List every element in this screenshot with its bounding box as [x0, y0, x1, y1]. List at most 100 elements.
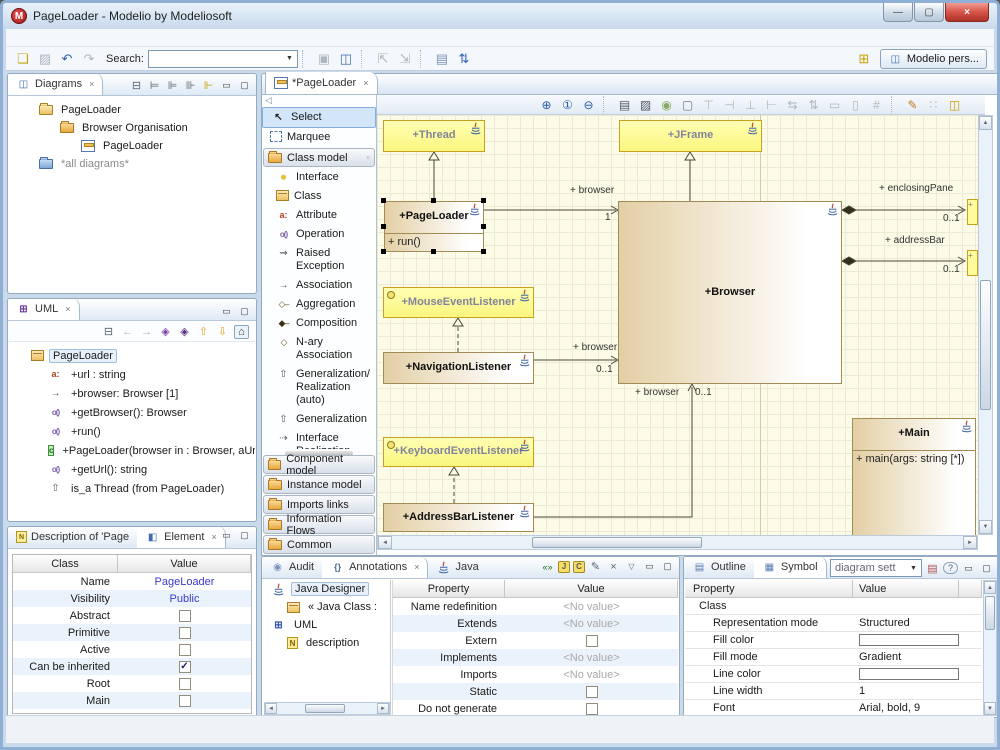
back-icon[interactable]: ← — [120, 326, 135, 338]
clipped-class-stub[interactable]: + — [967, 250, 978, 276]
table-row[interactable]: Extern ✓ — [393, 632, 678, 649]
tree-item[interactable]: →+browser: Browser [1] — [9, 384, 255, 403]
jump-in-icon[interactable]: ◈ — [158, 325, 173, 338]
tree-horizontal-scrollbar[interactable]: ◄ ► — [264, 702, 390, 715]
selection-handle[interactable] — [481, 198, 486, 203]
symbol-vertical-scrollbar[interactable]: ▲ ▼ — [983, 580, 997, 716]
panel-tab[interactable]: ◉ Audit — [262, 556, 322, 578]
tree-item[interactable]: *all diagrams* — [9, 155, 255, 173]
palette-item[interactable]: ◇–Aggregation — [262, 295, 376, 314]
maximize-button[interactable]: ▢ — [914, 3, 944, 22]
zoom-out-icon[interactable]: ⊖ — [579, 96, 598, 113]
panel-maximize-icon[interactable]: ▢ — [979, 563, 994, 574]
panel-tab[interactable]: Java — [428, 556, 486, 578]
panel-maximize-icon[interactable]: ▢ — [660, 561, 675, 572]
page-setup-icon[interactable]: ◫ — [945, 96, 964, 113]
perspective-button[interactable]: ◫ Modelio pers... — [880, 49, 987, 69]
selection-handle[interactable] — [381, 198, 386, 203]
tree-item[interactable]: PageLoader — [9, 137, 255, 155]
grid-icon[interactable]: ∷ — [924, 96, 943, 113]
tree-item[interactable]: o()+getUrl(): string — [9, 460, 255, 479]
panel-minimize-icon[interactable]: ▭ — [219, 306, 234, 317]
palette-tool[interactable]: Marquee — [262, 128, 376, 147]
link-label[interactable]: + browser — [570, 185, 614, 196]
tree-item[interactable]: ⇧is_a Thread (from PageLoader) — [9, 479, 255, 498]
copy-icon[interactable]: ▣ — [314, 49, 334, 68]
up-icon[interactable]: ⇧ — [196, 325, 211, 338]
checkbox[interactable]: ✓ — [586, 686, 598, 698]
table-row[interactable]: Static ✓ — [393, 683, 678, 700]
sort-icon[interactable]: ⇅ — [454, 49, 474, 68]
snap-grid-icon[interactable]: # — [867, 96, 886, 113]
tree-item[interactable]: a:+url : string — [9, 365, 255, 384]
palette-group[interactable]: Component model — [263, 455, 375, 474]
palette-item[interactable]: ●Interface — [262, 168, 376, 187]
tab-editor-pageloader[interactable]: *PageLoader× — [265, 72, 378, 94]
link-label[interactable]: + enclosingPane — [879, 183, 953, 194]
palette-item[interactable]: o()Operation — [262, 225, 376, 244]
format-brush-icon[interactable]: ✎ — [903, 96, 922, 113]
table-row[interactable]: Line width 1 — [685, 683, 982, 700]
table-row[interactable]: Main ✓ — [13, 692, 251, 709]
panel-maximize-icon[interactable]: ▢ — [237, 306, 252, 317]
tree-layout3-icon[interactable]: ⊪ — [183, 79, 198, 92]
link-label[interactable]: 0..1 — [695, 387, 712, 398]
diagram-icon[interactable]: ◫ — [336, 49, 356, 68]
link-label[interactable]: 0..1 — [596, 364, 613, 375]
align-left-icon[interactable]: ⊣ — [720, 96, 739, 113]
color-swatch[interactable] — [859, 668, 959, 680]
palette-group[interactable]: Instance model — [263, 475, 375, 494]
palette-group[interactable]: Imports links — [263, 495, 375, 514]
table-row[interactable]: Line color — [685, 666, 982, 683]
menu-item[interactable] — [14, 37, 28, 39]
edit-icon[interactable]: ✎ — [588, 560, 603, 573]
checkbox[interactable]: ✓ — [179, 644, 191, 656]
align-right-icon[interactable]: ⊢ — [762, 96, 781, 113]
palette-item[interactable]: ⇧Generalization — [262, 410, 376, 429]
menu-item[interactable] — [70, 37, 84, 39]
table-row[interactable]: Representation mode Structured — [685, 615, 982, 632]
palette-item[interactable]: a:Attribute — [262, 206, 376, 225]
add-tag-j-icon[interactable]: J — [558, 561, 570, 573]
panel-minimize-icon[interactable]: ▭ — [219, 530, 234, 541]
panel-minimize-icon[interactable]: ▭ — [219, 80, 234, 91]
selection-handle[interactable] — [381, 249, 386, 254]
selection-handle[interactable] — [481, 249, 486, 254]
uml-class-navigationlistener[interactable]: +NavigationListener — [383, 352, 534, 384]
tree-item[interactable]: Ndescription — [263, 634, 390, 652]
diagram-canvas[interactable]: +Thread+JFrame+PageLoader+ run()+Browser… — [377, 115, 978, 535]
new-icon[interactable]: ❏ — [13, 49, 33, 68]
table-row[interactable]: Fill mode Gradient — [685, 649, 982, 666]
close-icon[interactable]: × — [89, 79, 94, 89]
add-tag-c-icon[interactable]: C — [573, 561, 585, 573]
checkbox[interactable]: ✓ — [586, 703, 598, 715]
tree-item[interactable]: o()+getBrowser(): Browser — [9, 403, 255, 422]
uml-class-thread[interactable]: +Thread — [383, 120, 485, 152]
table-row[interactable]: Active ✓ — [13, 641, 251, 658]
close-icon[interactable]: × — [65, 304, 70, 314]
table-row[interactable]: Primitive ✓ — [13, 624, 251, 641]
snapshot-icon[interactable]: ◉ — [657, 96, 676, 113]
uml-class-mouseeventlistener[interactable]: +MouseEventListener — [383, 287, 534, 318]
tab-diagrams[interactable]: ◫ Diagrams× — [8, 73, 103, 95]
jump-out-icon[interactable]: ◈ — [177, 325, 192, 338]
close-button[interactable]: × — [945, 3, 989, 22]
selection-handle[interactable] — [481, 224, 486, 229]
tree-item[interactable]: Browser Organisation — [9, 119, 255, 137]
align-top-icon[interactable]: ⊤ — [699, 96, 718, 113]
panel-tab[interactable]: ▦ Symbol — [754, 556, 827, 578]
help-icon[interactable]: ? — [943, 562, 958, 574]
link-label[interactable]: 0..1 — [943, 213, 960, 224]
tab-uml[interactable]: ⊞ UML× — [8, 298, 80, 320]
forward-icon[interactable]: → — [139, 326, 154, 338]
link-label[interactable]: 0..1 — [943, 264, 960, 275]
home-icon[interactable]: ⌂ — [234, 325, 249, 339]
uml-class-pageloader[interactable]: +PageLoader+ run() — [384, 201, 484, 252]
menu-item[interactable] — [28, 37, 42, 39]
palette-item[interactable]: ⇧Generalization/ Realization (auto) — [262, 365, 376, 410]
table-row[interactable]: Font Arial, bold, 9 — [685, 700, 982, 716]
table-row[interactable]: Fill color — [685, 632, 982, 649]
combo-arrow-icon[interactable]: ▼ — [282, 51, 297, 67]
checkbox[interactable]: ✓ — [179, 695, 191, 707]
table-row[interactable]: Class — [685, 598, 982, 615]
